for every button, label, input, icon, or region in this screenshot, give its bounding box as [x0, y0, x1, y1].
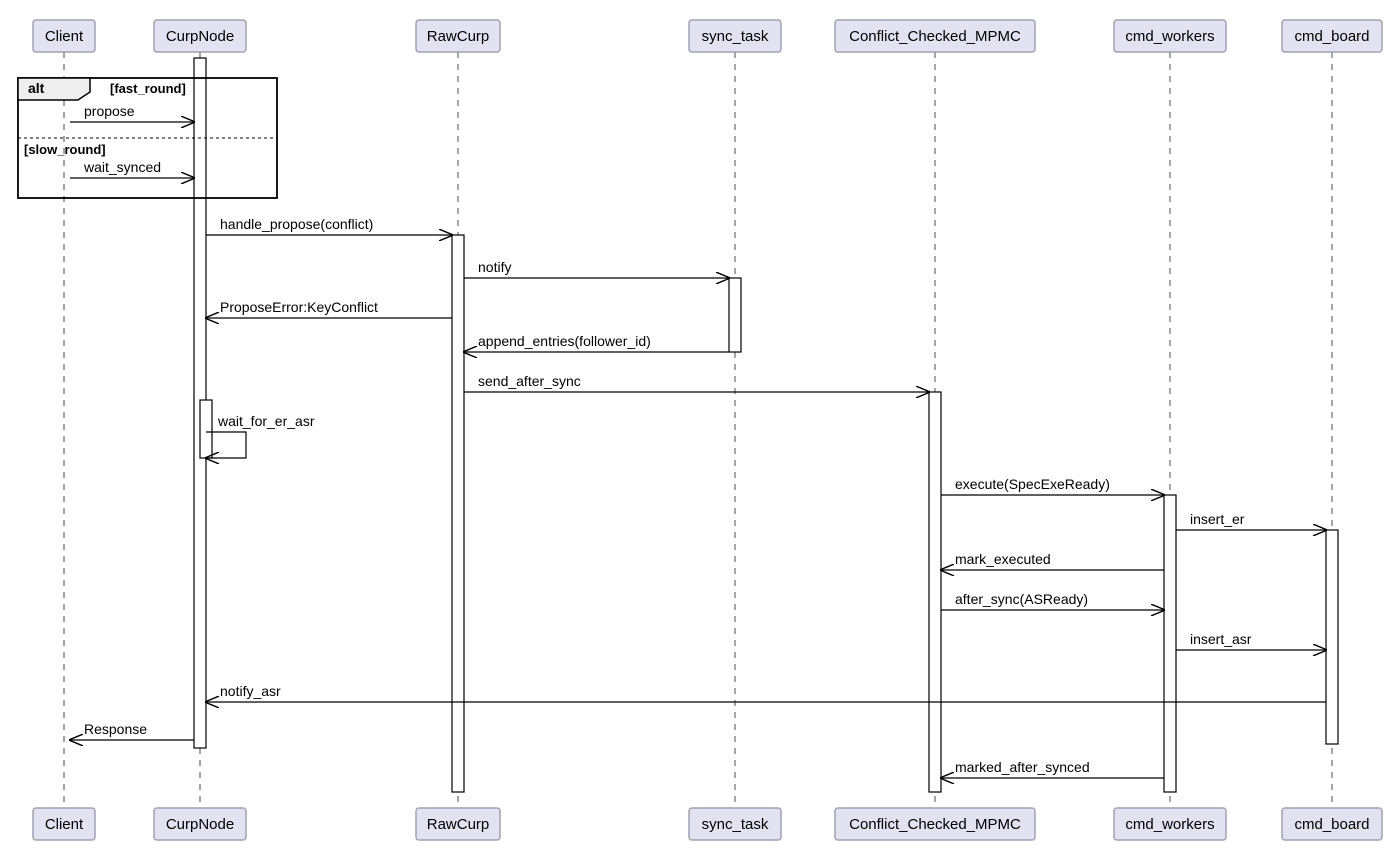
- message-label-7: wait_for_er_asr: [217, 413, 315, 429]
- message-label-13: notify_asr: [220, 683, 281, 699]
- activation-rawcurp: [452, 235, 464, 792]
- sequence-diagram: alt [fast_round] [slow_round] propose wait_s…: [0, 0, 1400, 855]
- participant-label-rawcurp-bot: RawCurp: [427, 816, 490, 833]
- message-label-9: insert_er: [1190, 511, 1245, 527]
- message-label-4: ProposeError:KeyConflict: [220, 299, 378, 315]
- message-label-8: execute(SpecExeReady): [955, 476, 1110, 492]
- activation-curpnode: [200, 400, 212, 458]
- participant-label-curpnode-top: CurpNode: [166, 28, 234, 45]
- participant-label-synctask-bot: sync_task: [702, 816, 769, 833]
- alt-guard1: [fast_round]: [110, 81, 186, 96]
- activation-cmdworkers: [1164, 495, 1176, 792]
- participant-label-synctask-top: sync_task: [702, 28, 769, 45]
- message-label-0: propose: [84, 103, 135, 119]
- alt-label: alt: [28, 80, 45, 96]
- participant-label-ccmpmc-bot: Conflict_Checked_MPMC: [849, 816, 1021, 833]
- activation-cmdboard: [1326, 530, 1338, 744]
- message-label-3: notify: [478, 259, 511, 275]
- activation-ccmpmc: [929, 392, 941, 792]
- message-label-15: marked_after_synced: [955, 759, 1090, 775]
- message-label-10: mark_executed: [955, 551, 1051, 567]
- participant-label-cmdboard-bot: cmd_board: [1294, 816, 1369, 833]
- message-label-14: Response: [84, 721, 147, 737]
- participant-label-client-top: Client: [45, 28, 84, 45]
- participant-label-client-bot: Client: [45, 816, 84, 833]
- participant-label-curpnode-bot: CurpNode: [166, 816, 234, 833]
- message-label-11: after_sync(ASReady): [955, 591, 1088, 607]
- message-label-2: handle_propose(conflict): [220, 216, 373, 232]
- activation-synctask: [729, 278, 741, 352]
- message-label-6: send_after_sync: [478, 373, 581, 389]
- message-label-5: append_entries(follower_id): [478, 333, 651, 349]
- participant-label-ccmpmc-top: Conflict_Checked_MPMC: [849, 28, 1021, 45]
- participant-label-rawcurp-top: RawCurp: [427, 28, 490, 45]
- participant-label-cmdworkers-bot: cmd_workers: [1125, 816, 1214, 833]
- participant-label-cmdboard-top: cmd_board: [1294, 28, 1369, 45]
- participant-label-cmdworkers-top: cmd_workers: [1125, 28, 1214, 45]
- alt-guard2: [slow_round]: [24, 142, 106, 157]
- message-label-12: insert_asr: [1190, 631, 1252, 647]
- message-label-1: wait_synced: [83, 159, 161, 175]
